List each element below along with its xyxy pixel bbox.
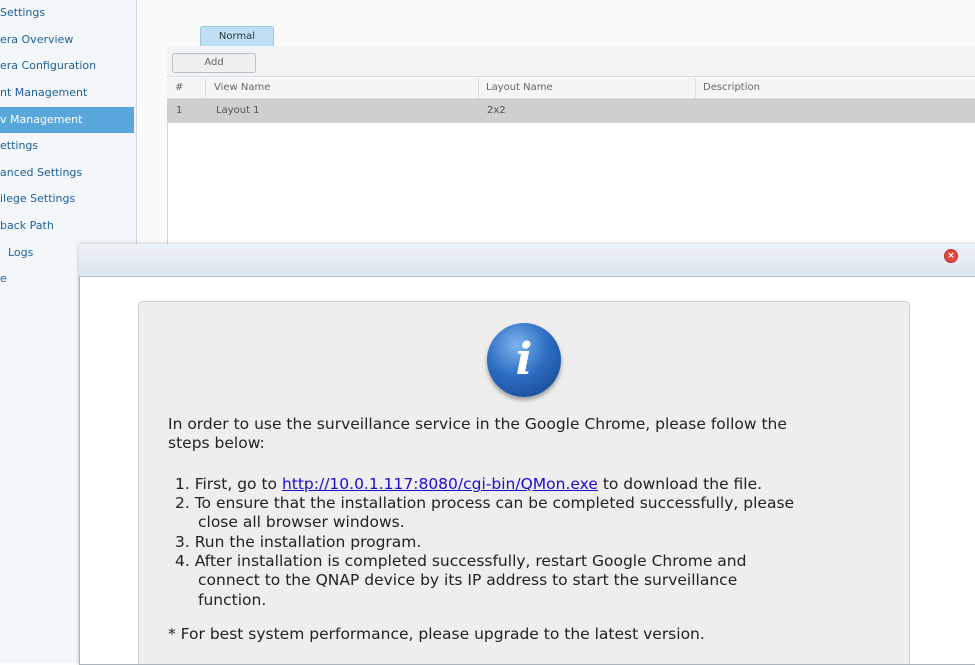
row-number: 1: [176, 105, 183, 116]
sidebar-item-settings[interactable]: Settings: [0, 0, 134, 26]
column-header-description[interactable]: Description: [703, 78, 760, 98]
download-link[interactable]: http://10.0.1.117:8080/cgi-bin/QMon.exe: [282, 475, 598, 493]
step-1-suffix: to download the file.: [597, 475, 763, 493]
add-button[interactable]: Add: [172, 53, 256, 73]
step-2-line-1: 2. To ensure that the installation proce…: [175, 494, 795, 512]
tab-normal[interactable]: Normal: [200, 26, 274, 47]
performance-note: * For best system performance, please up…: [168, 625, 705, 643]
sidebar-item-camera-overview[interactable]: era Overview: [0, 27, 134, 53]
row-layout-name: 2x2: [487, 105, 506, 116]
intro-line-1: In order to use the surveillance service…: [168, 415, 787, 433]
step-4-line-2: connect to the QNAP device by its IP add…: [198, 571, 738, 589]
step-3: 3. Run the installation program.: [175, 533, 422, 551]
sidebar-item-privilege-settings[interactable]: ilege Settings: [0, 186, 134, 212]
column-divider: [478, 78, 479, 98]
sidebar-item-playback-path[interactable]: back Path: [0, 213, 134, 239]
info-icon: i: [487, 323, 561, 397]
column-divider: [695, 78, 696, 98]
intro-line-2: steps below:: [168, 434, 265, 452]
column-header-layout-name[interactable]: Layout Name: [486, 78, 553, 98]
sidebar-item-camera-configuration[interactable]: era Configuration: [0, 53, 134, 79]
step-2-line-2: close all browser windows.: [198, 513, 405, 531]
column-header-view-name[interactable]: View Name: [214, 78, 270, 98]
close-icon[interactable]: ×: [944, 249, 958, 263]
step-4-line-3: function.: [198, 591, 267, 609]
sidebar-item-event-management[interactable]: nt Management: [0, 80, 134, 106]
table-header: [167, 78, 975, 99]
column-header-number[interactable]: #: [175, 78, 183, 98]
step-1: 1. First, go to http://10.0.1.117:8080/c…: [175, 475, 762, 493]
step-4-line-1: 4. After installation is completed succe…: [175, 552, 747, 570]
sidebar-item-settings-2[interactable]: ettings: [0, 133, 134, 159]
table-row[interactable]: [167, 99, 975, 123]
toolbar: [167, 46, 975, 77]
sidebar-item-view-management[interactable]: v Management: [0, 107, 134, 133]
sidebar-item-advanced-settings[interactable]: anced Settings: [0, 160, 134, 186]
dialog-titlebar[interactable]: [79, 244, 975, 277]
step-1-prefix: 1. First, go to: [175, 475, 282, 493]
column-divider: [205, 78, 206, 98]
row-view-name: Layout 1: [216, 105, 260, 116]
